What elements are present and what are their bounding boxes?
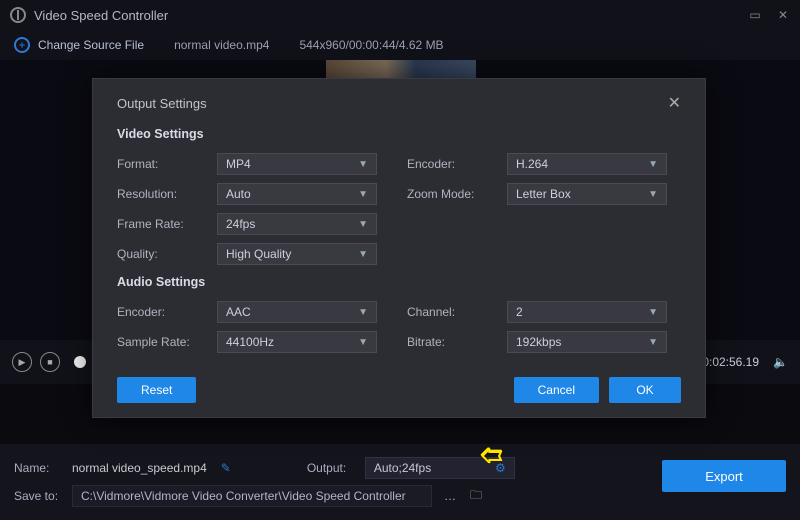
minimize-button[interactable]: ▭ xyxy=(748,8,762,22)
bitrate-label: Bitrate: xyxy=(407,335,507,349)
chevron-down-icon: ▼ xyxy=(648,159,658,170)
name-value: normal video_speed.mp4 xyxy=(72,461,207,475)
output-label: Output: xyxy=(307,461,357,475)
name-label: Name: xyxy=(14,461,64,475)
chevron-down-icon: ▼ xyxy=(358,219,368,230)
quality-dropdown[interactable]: High Quality▼ xyxy=(217,243,377,265)
saveto-path[interactable]: C:\Vidmore\Vidmore Video Converter\Video… xyxy=(72,485,432,507)
volume-icon[interactable]: 🔈 xyxy=(773,355,788,369)
edit-name-icon[interactable]: ✎ xyxy=(221,461,231,475)
sample-rate-dropdown[interactable]: 44100Hz▼ xyxy=(217,331,377,353)
play-button[interactable]: ▶ xyxy=(12,352,32,372)
format-label: Format: xyxy=(117,157,217,171)
change-source-label: Change Source File xyxy=(38,38,144,52)
dialog-title: Output Settings xyxy=(117,96,207,111)
format-dropdown[interactable]: MP4▼ xyxy=(217,153,377,175)
channel-dropdown[interactable]: 2▼ xyxy=(507,301,667,323)
sample-rate-label: Sample Rate: xyxy=(117,335,217,349)
chevron-down-icon: ▼ xyxy=(358,189,368,200)
app-logo-icon xyxy=(10,7,26,23)
audio-settings-heading: Audio Settings xyxy=(117,275,681,289)
annotation-arrow-icon: ➱ xyxy=(480,438,503,471)
chevron-down-icon: ▼ xyxy=(648,337,658,348)
output-settings-dialog: Output Settings ✕ Video Settings Format:… xyxy=(92,78,706,418)
dialog-close-icon[interactable]: ✕ xyxy=(668,93,681,113)
frame-rate-dropdown[interactable]: 24fps▼ xyxy=(217,213,377,235)
export-button[interactable]: Export xyxy=(662,460,786,492)
plus-circle-icon: + xyxy=(14,37,30,53)
source-filename: normal video.mp4 xyxy=(174,38,269,52)
audio-encoder-dropdown[interactable]: AAC▼ xyxy=(217,301,377,323)
audio-encoder-label: Encoder: xyxy=(117,305,217,319)
toolbar: + Change Source File normal video.mp4 54… xyxy=(0,30,800,60)
stop-button[interactable]: ■ xyxy=(40,352,60,372)
cancel-button[interactable]: Cancel xyxy=(514,377,599,403)
video-settings-heading: Video Settings xyxy=(117,127,681,141)
browse-folder-button[interactable]: … xyxy=(440,489,462,503)
zoom-mode-dropdown[interactable]: Letter Box▼ xyxy=(507,183,667,205)
ok-button[interactable]: OK xyxy=(609,377,681,403)
resolution-dropdown[interactable]: Auto▼ xyxy=(217,183,377,205)
video-encoder-dropdown[interactable]: H.264▼ xyxy=(507,153,667,175)
output-value: Auto;24fps xyxy=(374,461,431,475)
chevron-down-icon: ▼ xyxy=(648,189,658,200)
chevron-down-icon: ▼ xyxy=(358,307,368,318)
frame-rate-label: Frame Rate: xyxy=(117,217,217,231)
source-meta: 544x960/00:00:44/4.62 MB xyxy=(299,38,443,52)
resolution-label: Resolution: xyxy=(117,187,217,201)
chevron-down-icon: ▼ xyxy=(358,159,368,170)
quality-label: Quality: xyxy=(117,247,217,261)
title-bar: Video Speed Controller ▭ ✕ xyxy=(0,0,800,30)
zoom-mode-label: Zoom Mode: xyxy=(407,187,507,201)
open-folder-icon[interactable]: 🗀 xyxy=(470,486,482,507)
chevron-down-icon: ▼ xyxy=(358,337,368,348)
saveto-label: Save to: xyxy=(14,489,64,503)
close-window-button[interactable]: ✕ xyxy=(776,8,790,22)
chevron-down-icon: ▼ xyxy=(648,307,658,318)
chevron-down-icon: ▼ xyxy=(358,249,368,260)
window-title: Video Speed Controller xyxy=(34,8,748,23)
bottom-panel: Name: normal video_speed.mp4 ✎ Output: A… xyxy=(0,444,800,520)
bitrate-dropdown[interactable]: 192kbps▼ xyxy=(507,331,667,353)
reset-button[interactable]: Reset xyxy=(117,377,196,403)
seek-handle[interactable] xyxy=(74,356,86,368)
channel-label: Channel: xyxy=(407,305,507,319)
video-encoder-label: Encoder: xyxy=(407,157,507,171)
change-source-button[interactable]: + Change Source File xyxy=(14,37,144,53)
